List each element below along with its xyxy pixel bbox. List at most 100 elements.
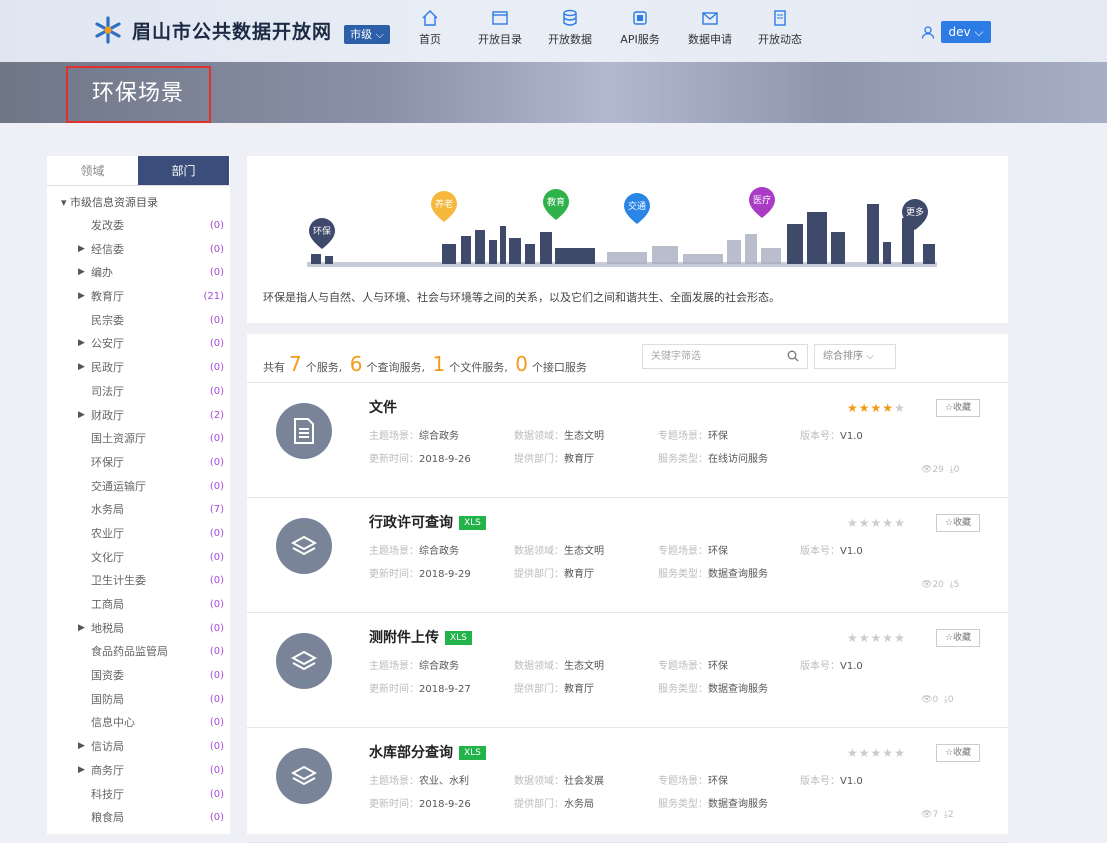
tree-item-count: (0) [209,670,224,682]
service-item[interactable]: 水库部分查询 XLS 主题场景：农业、水利 数据领域：社会发展 专题场景：环保 版本号：V… [247,728,1008,843]
query-count: 6 [349,352,363,376]
field-label: 专题场景： [658,661,708,672]
nav-item[interactable]: 首页 [398,8,462,47]
nav-item[interactable]: 开放目录 [468,8,532,47]
tree-item[interactable]: 科技厅 (0) [47,783,230,807]
service-item[interactable]: 行政许可查询 XLS 主题场景：综合政务 数据领域：生态文明 专题场景：环保 版本号：V1… [247,498,1008,613]
favorite-button[interactable]: ☆收藏 [936,399,980,417]
field-label: 服务类型： [658,799,708,810]
view-download-stats: 👁29 ⤓0 [921,465,959,475]
star-icon: ★ [882,516,895,530]
nav-item[interactable]: 开放动态 [748,8,812,47]
total-unit: 个服务, [305,361,343,374]
field-label: 主题场景： [369,546,419,557]
field-label: 主题场景： [369,776,419,787]
main-nav: 首页 开放目录 开放数据 API服务 数据申请 开放动态 [398,8,818,47]
tree-item[interactable]: 发改委 (0) [47,214,230,238]
tree-item[interactable]: 水务局 (7) [47,498,230,522]
query-unit: 个查询服务, [366,361,425,374]
nav-item[interactable]: 数据申请 [678,8,742,47]
rating-stars[interactable]: ★★★★★ [847,516,906,530]
service-title-text: 测附件上传 [369,630,439,646]
service-title[interactable]: 测附件上传 XLS [369,627,472,647]
caret-right-icon: ▶ [78,409,85,420]
tree-item[interactable]: 食品药品监管局 (0) [47,640,230,664]
tree-item-count: (0) [209,717,224,729]
rating-stars[interactable]: ★★★★★ [847,746,906,760]
tree-item[interactable]: 粮食局 (0) [47,806,230,830]
tree-item[interactable]: ▶ 公安厅 (0) [47,332,230,356]
nav-item-label: 开放目录 [478,33,522,46]
field-value: 2018-9-26 [419,454,471,465]
rating-stars[interactable]: ★★★★★ [847,631,906,645]
meta-dept: 提供部门：教育厅 [514,450,594,465]
caret-right-icon: ▶ [78,338,85,349]
api-icon [633,11,647,25]
tree-item[interactable]: 国土资源厅 (0) [47,427,230,451]
tree-item[interactable]: 国资委 (0) [47,664,230,688]
tree-item-label: 民政厅 [91,361,124,375]
scene-pin[interactable]: 环保 [309,218,335,249]
field-value: 水务局 [564,799,594,810]
nav-item[interactable]: 开放数据 [538,8,602,47]
field-value: 环保 [708,661,728,672]
tree-item[interactable]: ▶ 编办 (0) [47,261,230,285]
search-icon[interactable] [787,350,799,362]
favorite-button[interactable]: ☆收藏 [936,514,980,532]
scene-pin[interactable]: 养老 [431,191,457,222]
tree-item[interactable]: ▶ 信访局 (0) [47,735,230,759]
tree-item[interactable]: ▶ 教育厅 (21) [47,285,230,309]
favorite-button[interactable]: ☆收藏 [936,629,980,647]
tree-item[interactable]: 交通运输厅 (0) [47,475,230,499]
tree-item[interactable]: 国防局 (0) [47,688,230,712]
scene-description: 环保是指人与自然、人与环境、社会与环境等之间的关系，以及它们之间和谐共生、全面发… [263,291,780,304]
scene-pin[interactable]: 交通 [624,193,650,224]
tree-item[interactable]: 信息中心 (0) [47,711,230,735]
service-type-icon [276,518,332,574]
service-title[interactable]: 文件 [369,397,397,417]
meta-type: 服务类型：数据查询服务 [658,680,768,695]
tree-item[interactable]: 司法厅 (0) [47,380,230,404]
field-value: 2018-9-29 [419,569,471,580]
tab-domain[interactable]: 领域 [47,156,138,185]
tree-item-count: (0) [209,243,224,255]
tree-item[interactable]: 工商局 (0) [47,593,230,617]
tree-item[interactable]: ▶ 经信委 (0) [47,238,230,262]
tree-item[interactable]: ▶ 地税局 (0) [47,617,230,641]
service-item[interactable]: 测附件上传 XLS 主题场景：综合政务 数据领域：生态文明 专题场景：环保 版本号：V1.… [247,613,1008,728]
scene-pin[interactable]: 医疗 [749,187,775,218]
tree-item[interactable]: ▶ 财政厅 (2) [47,404,230,428]
city-level-select[interactable]: 市级 ⌵ [344,25,390,44]
tree-item-label: 财政厅 [91,408,124,422]
tree-item[interactable]: ▶ 民政厅 (0) [47,356,230,380]
field-value: 综合政务 [419,546,459,557]
meta-topic: 专题场景：环保 [658,542,728,557]
keyword-filter-input[interactable]: 关键字筛选 [642,344,808,369]
tree-item[interactable]: 卫生计生委 (0) [47,569,230,593]
sort-select[interactable]: 综合排序 ⌵ [814,344,896,369]
tree-item[interactable]: 环保厅 (0) [47,451,230,475]
tab-department[interactable]: 部门 [138,156,229,185]
service-title[interactable]: 行政许可查询 XLS [369,512,486,532]
tree-item-label: 国土资源厅 [91,432,146,446]
service-title[interactable]: 水库部分查询 XLS [369,742,486,762]
site-logo[interactable]: 眉山市公共数据开放网 [92,14,332,46]
layers-icon [291,535,317,556]
service-item[interactable]: 文件 主题场景：综合政务 数据领域：生态文明 专题场景：环保 版本号：V1.0 更新时间：… [247,383,1008,498]
scene-pin[interactable]: 教育 [543,189,569,220]
api-count: 0 [515,352,528,376]
field-label: 数据领域： [514,776,564,787]
favorite-button[interactable]: ☆收藏 [936,744,980,762]
nav-item[interactable]: API服务 [608,8,672,47]
tree-item[interactable]: 农业厅 (0) [47,522,230,546]
user-menu-button[interactable]: dev ⌵ [941,21,991,43]
tree-item[interactable]: ▶ 商务厅 (0) [47,759,230,783]
field-value: V1.0 [840,661,863,672]
download-count: 2 [947,810,954,820]
tree-item[interactable]: 民宗委 (0) [47,309,230,333]
rating-stars[interactable]: ★★★★★ [847,401,906,415]
download-count: 0 [947,695,954,705]
tree-root[interactable]: ▾ 市级信息资源目录 [47,186,230,214]
tree-item[interactable]: 文化厅 (0) [47,546,230,570]
field-label: 版本号： [800,431,840,442]
